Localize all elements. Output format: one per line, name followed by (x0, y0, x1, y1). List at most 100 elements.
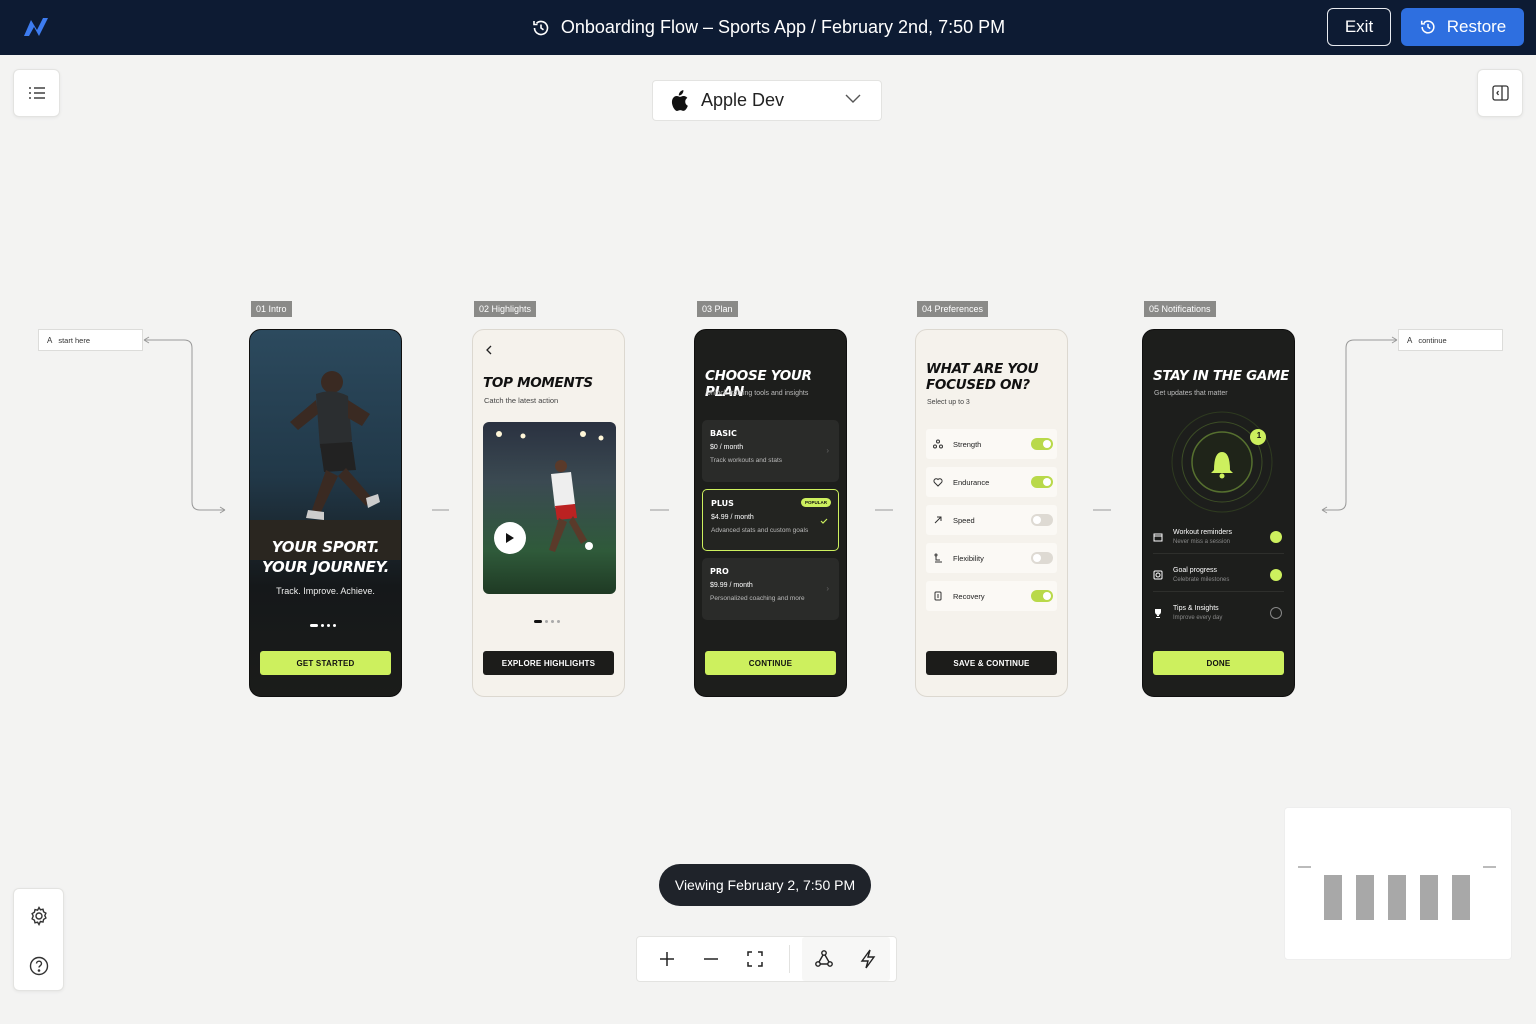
play-icon (506, 533, 514, 543)
minimap-connector (1298, 866, 1311, 868)
notif-desc: Improve every day (1173, 615, 1223, 621)
notif-row-workout[interactable]: Workout reminders Never miss a session (1153, 520, 1284, 554)
frame-tag-plan[interactable]: 03 Plan (697, 301, 738, 317)
plan-card-pro[interactable]: PRO $9.99 / month Personalized coaching … (702, 558, 839, 620)
toggle-endurance[interactable] (1031, 476, 1053, 488)
minus-icon (704, 958, 718, 960)
plan-card-plus[interactable]: PLUS $4.99 / month Advanced stats and cu… (702, 489, 839, 551)
preferences-title: WHAT ARE YOU FOCUSED ON? (926, 361, 1038, 393)
phone-frame-preferences[interactable]: WHAT ARE YOU FOCUSED ON? Select up to 3 … (915, 329, 1068, 697)
pref-row-flexibility[interactable]: Flexibility (926, 543, 1057, 573)
pref-label: Strength (953, 439, 982, 449)
fit-screen-button[interactable] (733, 937, 777, 981)
intro-subtitle: Track. Improve. Achieve. (276, 586, 375, 596)
minimap-frame (1452, 875, 1470, 920)
intro-title-line1: YOUR SPORT. (271, 538, 380, 556)
viewing-timestamp-pill: Viewing February 2, 7:50 PM (659, 864, 871, 906)
plan-subtitle: Unlock training tools and insights (706, 390, 809, 397)
frame-tag-highlights[interactable]: 02 Highlights (474, 301, 537, 317)
phone-frame-intro[interactable]: YOUR SPORT. YOUR JOURNEY. Track. Improve… (249, 329, 402, 697)
strength-icon (933, 439, 943, 449)
frame-tag-notifications[interactable]: 05 Notifications (1144, 301, 1216, 317)
notif-title: Workout reminders (1173, 528, 1233, 536)
notification-count-badge: 1 (1256, 431, 1262, 440)
help-icon (29, 956, 49, 976)
plan-desc: Advanced stats and custom goals (711, 527, 809, 534)
stadium-lights-icon (496, 431, 604, 552)
zoom-out-button[interactable] (689, 937, 733, 981)
plus-icon (660, 952, 674, 966)
page-dots (534, 620, 560, 623)
intro-title-line2: YOUR JOURNEY. (261, 558, 390, 576)
flexibility-icon (934, 553, 942, 563)
get-started-button[interactable]: GET STARTED (260, 651, 391, 675)
check-icon (820, 518, 828, 524)
speed-icon (934, 516, 942, 524)
check-workout[interactable] (1270, 530, 1282, 543)
frame-tag-preferences[interactable]: 04 Preferences (917, 301, 989, 317)
phone-frame-plan[interactable]: CHOOSE YOUR PLAN Unlock training tools a… (694, 329, 847, 697)
prototype-button[interactable] (846, 937, 890, 981)
notif-row-tips[interactable]: Tips & Insights Improve every day (1153, 596, 1284, 630)
play-button[interactable] (494, 522, 526, 554)
phone-frame-notifications[interactable]: STAY IN THE GAME Get updates that matter… (1142, 329, 1295, 697)
heart-icon (933, 478, 943, 487)
preferences-title-line1: WHAT ARE YOU (926, 361, 1039, 377)
back-arrow-icon[interactable] (485, 345, 493, 355)
minimap[interactable] (1284, 807, 1512, 960)
fullscreen-icon (747, 951, 763, 967)
chevron-right-icon: › (826, 584, 829, 593)
lightning-icon (860, 949, 876, 969)
frame-tag-intro[interactable]: 01 Intro (251, 301, 292, 317)
explore-highlights-button[interactable]: EXPLORE HIGHLIGHTS (483, 651, 614, 675)
notifications-subtitle: Get updates that matter (1154, 390, 1228, 397)
continue-button[interactable]: CONTINUE (705, 651, 836, 675)
done-button[interactable]: DONE (1153, 651, 1284, 675)
toggle-strength[interactable] (1031, 438, 1053, 450)
pref-row-endurance[interactable]: Endurance (926, 467, 1057, 497)
highlights-subtitle: Catch the latest action (484, 396, 559, 405)
plan-name: BASIC (710, 429, 737, 438)
notif-title: Tips & Insights (1173, 605, 1219, 612)
minimap-frame (1388, 875, 1406, 920)
flow-nodes-icon (815, 950, 833, 967)
notif-title: Goal progress (1173, 566, 1217, 574)
chevron-right-icon: › (826, 446, 829, 455)
pref-row-recovery[interactable]: Recovery (926, 581, 1057, 611)
pref-row-strength[interactable]: Strength (926, 429, 1057, 459)
minimap-frame (1324, 875, 1342, 920)
toggle-recovery[interactable] (1031, 590, 1053, 602)
notif-desc: Celebrate milestones (1173, 576, 1230, 583)
check-tips[interactable] (1270, 607, 1282, 619)
toggle-speed[interactable] (1031, 514, 1053, 526)
help-button[interactable] (26, 953, 52, 979)
plan-desc: Personalized coaching and more (710, 595, 805, 602)
pref-label: Speed (953, 515, 975, 525)
flow-view-button[interactable] (802, 937, 846, 981)
minimap-frame (1420, 875, 1438, 920)
pref-row-speed[interactable]: Speed (926, 505, 1057, 535)
toolbar-divider (789, 945, 790, 973)
toggle-flexibility[interactable] (1031, 552, 1053, 564)
toolbar-mode-group (802, 937, 890, 981)
plan-price: $9.99 / month (710, 582, 753, 589)
canvas-toolbar (636, 936, 897, 982)
phone-frame-highlights[interactable]: TOP MOMENTS Catch the latest action EXPL… (472, 329, 625, 697)
highlights-title: TOP MOMENTS (483, 375, 593, 391)
preferences-title-line2: FOCUSED ON? (926, 377, 1030, 393)
highlight-video-thumbnail[interactable] (483, 422, 616, 594)
bell-illustration (1171, 411, 1273, 513)
minimap-connector (1483, 866, 1496, 868)
check-goal[interactable] (1270, 568, 1282, 581)
minimap-frame (1356, 875, 1374, 920)
notif-row-goal[interactable]: Goal progress Celebrate milestones (1153, 558, 1284, 592)
plan-card-basic[interactable]: BASIC $0 / month Track workouts and stat… (702, 420, 839, 482)
trophy-icon (1155, 609, 1161, 618)
popular-badge: POPULAR (800, 498, 831, 507)
notifications-title: STAY IN THE GAME (1153, 368, 1290, 384)
settings-button[interactable] (26, 903, 52, 929)
save-continue-button[interactable]: SAVE & CONTINUE (926, 651, 1057, 675)
calendar-icon (1153, 533, 1163, 541)
page-dots (310, 624, 336, 627)
zoom-in-button[interactable] (645, 937, 689, 981)
